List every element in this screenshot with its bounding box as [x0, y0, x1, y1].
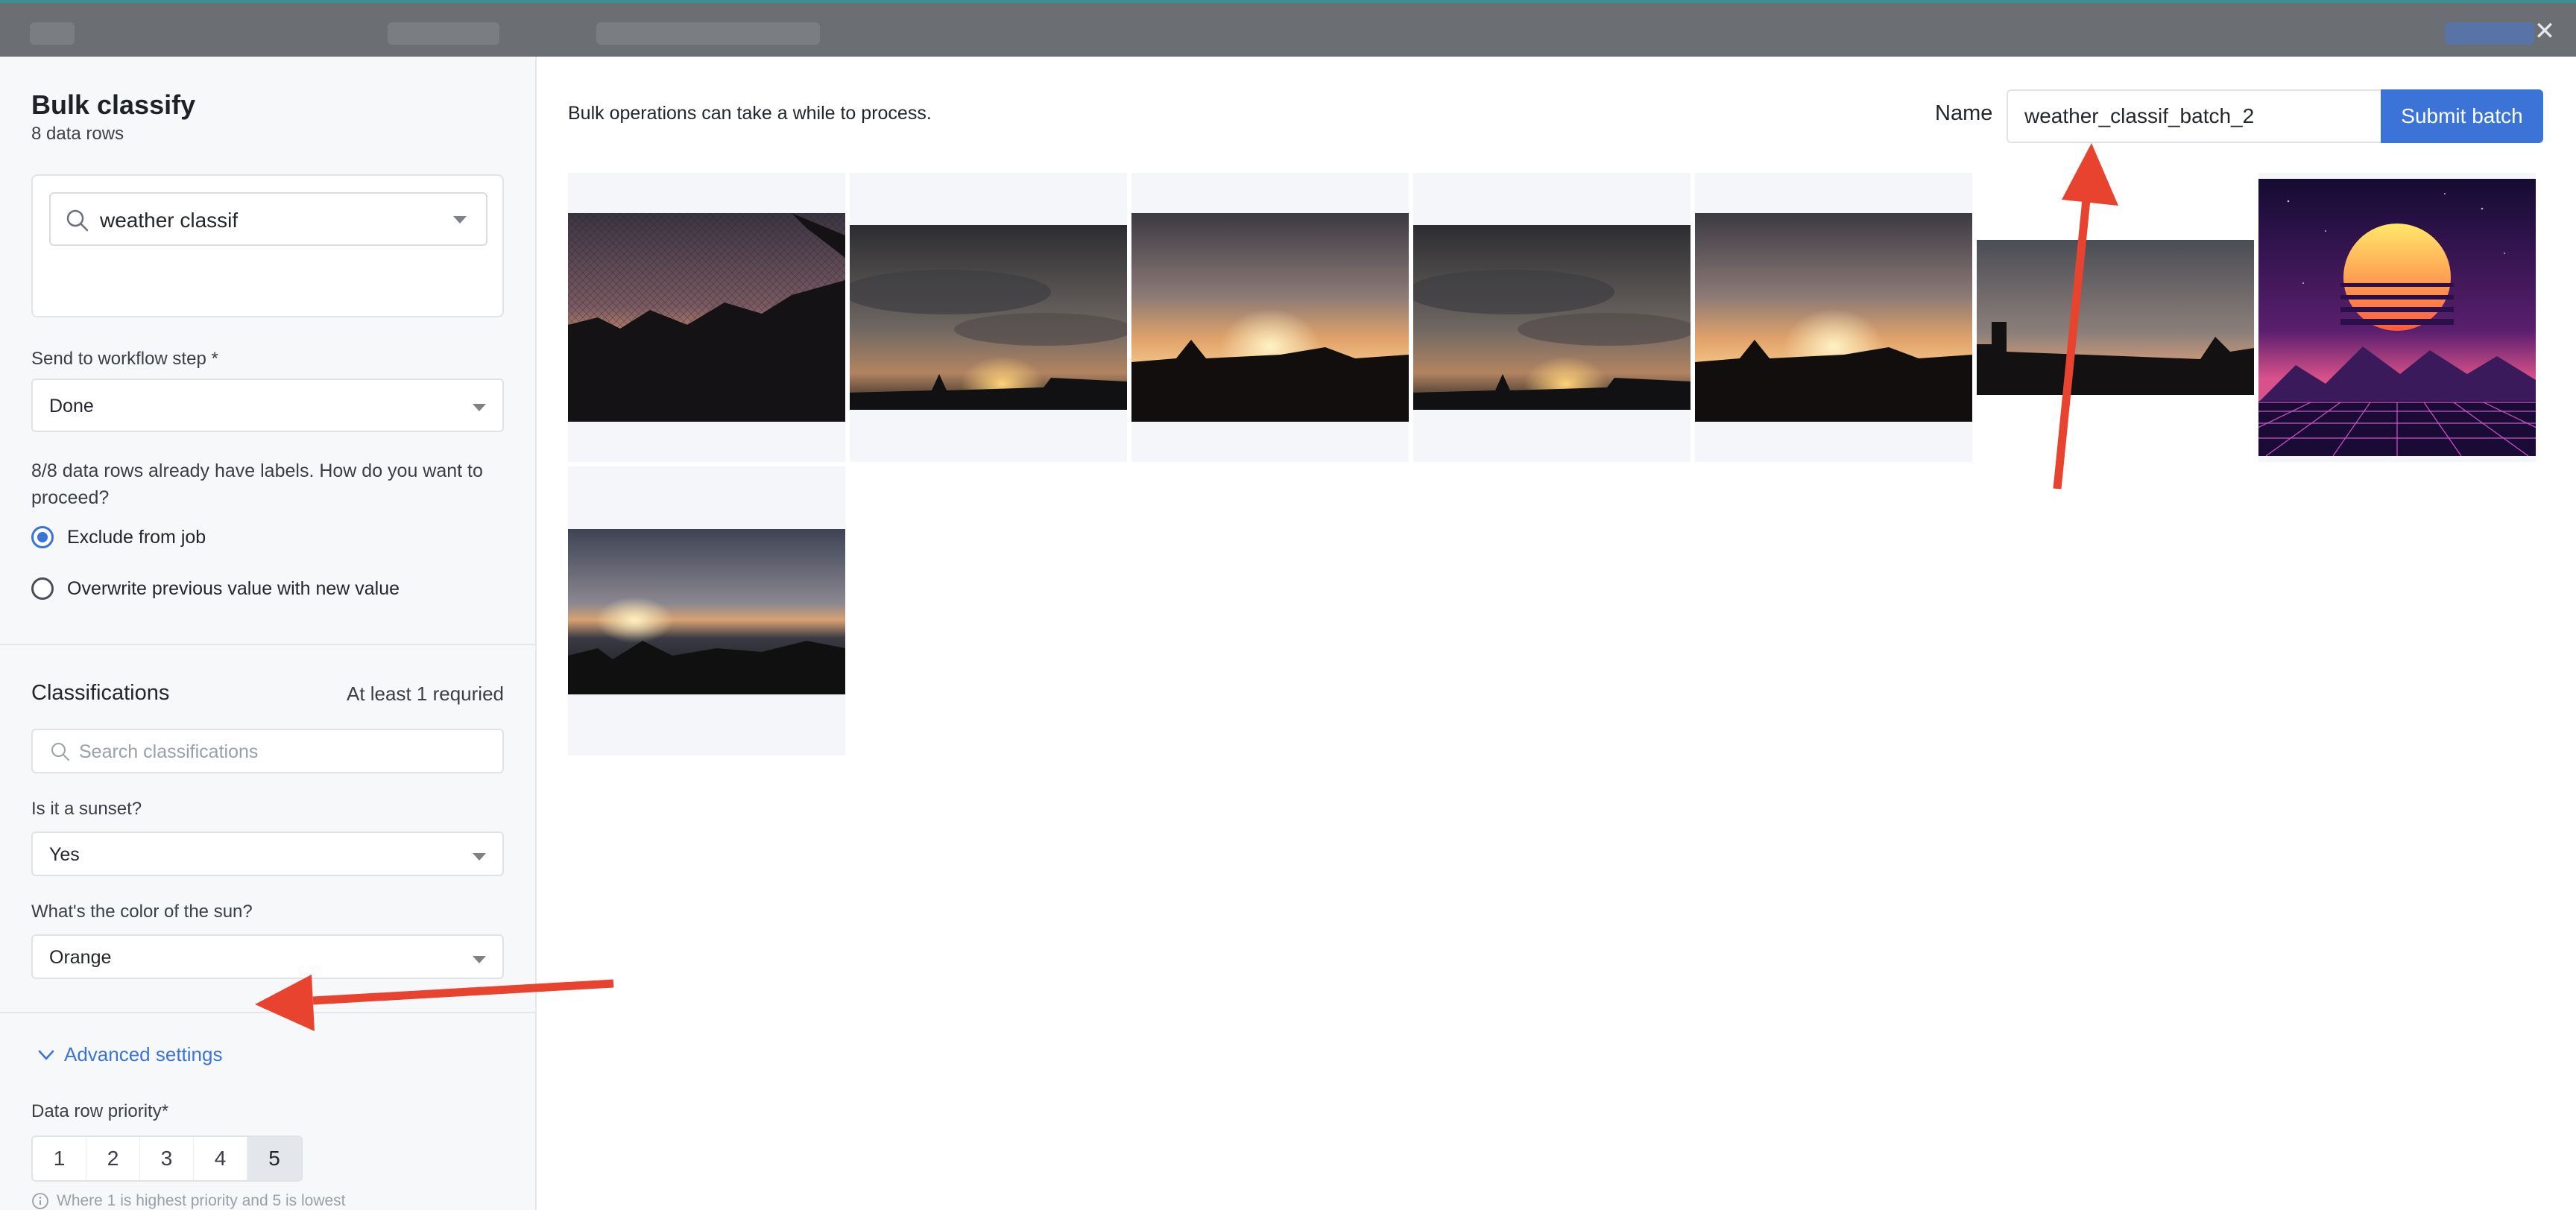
- workflow-select[interactable]: Done: [31, 378, 504, 432]
- priority-note-text: Where 1 is highest priority and 5 is low…: [57, 1192, 346, 1209]
- backdrop-tab: [388, 22, 499, 45]
- search-icon: [51, 743, 69, 761]
- radio-button-checked[interactable]: [31, 526, 54, 548]
- thumbnail-image: [1131, 213, 1409, 422]
- thumbnail-image: [850, 225, 1127, 410]
- advanced-settings-label: Advanced settings: [64, 1043, 223, 1065]
- sunset-answer-value: Yes: [49, 844, 80, 865]
- project-select[interactable]: weather classif: [49, 192, 487, 246]
- data-row-thumbnail[interactable]: [1413, 173, 1690, 462]
- priority-option-2[interactable]: 2: [86, 1137, 140, 1180]
- batch-name-input[interactable]: [2007, 89, 2382, 143]
- chevron-down-icon: [453, 216, 467, 224]
- radio-label: Overwrite previous value with new value: [67, 577, 400, 599]
- existing-labels-question: 8/8 data rows already have labels. How d…: [31, 460, 483, 508]
- radio-overwrite-previous[interactable]: Overwrite previous value with new value: [31, 576, 400, 601]
- app-backdrop: ✕: [0, 0, 2576, 57]
- priority-note: Where 1 is highest priority and 5 is low…: [31, 1192, 346, 1210]
- sunset-answer-select[interactable]: Yes: [31, 832, 504, 876]
- question-label-sun-color: What's the color of the sun?: [31, 902, 253, 922]
- thumbnail-image: [1977, 240, 2254, 395]
- advanced-settings-toggle[interactable]: Advanced settings: [36, 1043, 222, 1066]
- chevron-down-icon: [473, 956, 486, 963]
- priority-option-5[interactable]: 5: [247, 1137, 301, 1180]
- backdrop-tab: [596, 22, 820, 45]
- priority-option-1[interactable]: 1: [33, 1137, 86, 1180]
- chevron-down-icon: [473, 853, 486, 861]
- sun-color-value: Orange: [49, 947, 112, 968]
- section-divider: [0, 1012, 535, 1013]
- backdrop-button: [2445, 22, 2534, 45]
- chevron-down-icon: [473, 404, 486, 411]
- batch-name-label: Name: [1935, 101, 1993, 125]
- radio-button[interactable]: [31, 577, 54, 600]
- data-row-thumbnail[interactable]: [1977, 173, 2254, 462]
- sun-color-select[interactable]: Orange: [31, 934, 504, 979]
- search-icon: [66, 209, 89, 232]
- data-row-thumbnail[interactable]: [1695, 173, 1972, 462]
- data-row-thumbnail[interactable]: [568, 173, 845, 462]
- preview-area: Bulk operations can take a while to proc…: [255, 57, 2576, 1210]
- thumbnail-image: [2258, 179, 2536, 456]
- data-row-thumbnail[interactable]: [568, 466, 845, 756]
- classification-search[interactable]: [31, 729, 504, 773]
- radio-label: Exclude from job: [67, 526, 206, 548]
- data-row-thumbnail[interactable]: [850, 173, 1127, 462]
- close-icon[interactable]: ✕: [2530, 16, 2560, 46]
- section-divider: [0, 644, 535, 645]
- priority-label: Data row priority*: [31, 1101, 169, 1121]
- classifications-title: Classifications: [31, 681, 170, 705]
- chevron-down-icon: [38, 1050, 54, 1059]
- processing-notice: Bulk operations can take a while to proc…: [568, 103, 932, 124]
- classifications-requirement: At least 1 requried: [346, 682, 504, 705]
- modal-title: Bulk classify: [31, 89, 196, 120]
- priority-option-4[interactable]: 4: [194, 1137, 247, 1180]
- bulk-classify-modal: Bulk classify 8 data rows weather classi…: [0, 57, 2576, 1210]
- info-icon: [32, 1193, 48, 1209]
- question-label-sunset: Is it a sunset?: [31, 799, 142, 819]
- data-row-thumbnail[interactable]: [1131, 173, 1409, 462]
- priority-selector: 1 2 3 4 5: [31, 1135, 303, 1182]
- workflow-select-value: Done: [49, 396, 94, 416]
- thumbnail-image: [568, 529, 845, 694]
- backdrop-logo: [30, 22, 75, 45]
- project-select-value: weather classif: [100, 209, 239, 232]
- thumbnail-image: [1695, 213, 1972, 422]
- priority-option-3[interactable]: 3: [140, 1137, 194, 1180]
- submit-batch-button[interactable]: Submit batch: [2381, 89, 2543, 143]
- thumbnail-image: [568, 213, 845, 422]
- classification-search-input[interactable]: [79, 738, 482, 766]
- radio-exclude-from-job[interactable]: Exclude from job: [31, 525, 206, 550]
- settings-sidebar: Bulk classify 8 data rows weather classi…: [0, 57, 537, 1210]
- data-row-count: 8 data rows: [31, 124, 124, 144]
- workflow-label: Send to workflow step *: [31, 349, 218, 369]
- data-row-thumbnail[interactable]: [2258, 173, 2536, 462]
- thumbnail-image: [1413, 225, 1690, 410]
- project-card: weather classif: [31, 174, 504, 317]
